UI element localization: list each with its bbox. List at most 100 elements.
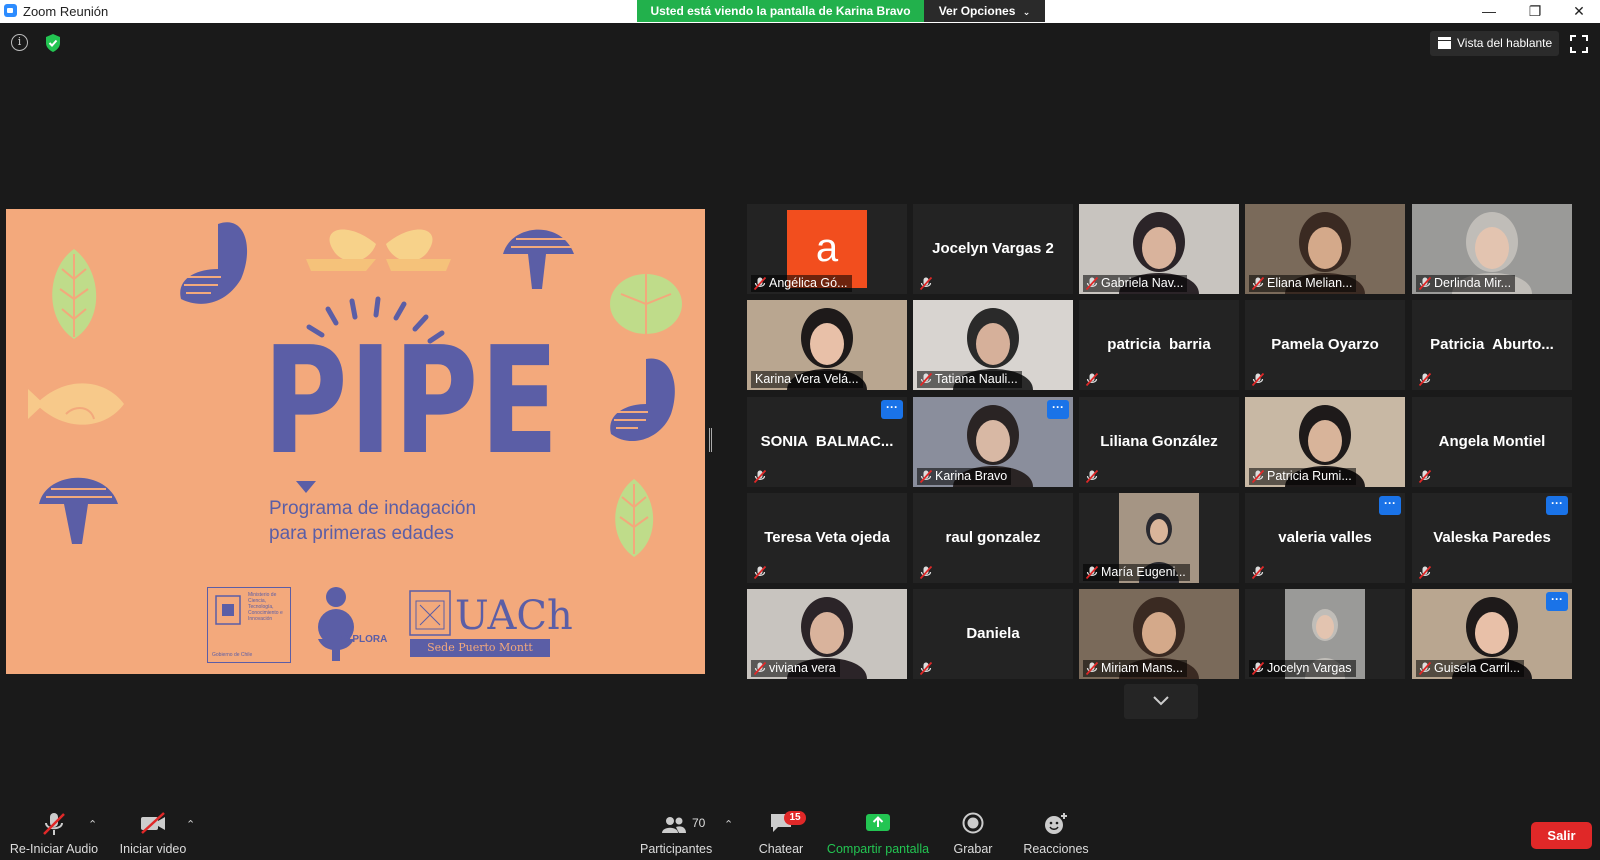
chat-unread-badge: 15 <box>784 811 806 825</box>
muted-mic-icon <box>1251 276 1265 291</box>
participant-tile[interactable]: María Eugeni... <box>1079 493 1239 583</box>
participant-name-display: Pamela Oyarzo <box>1271 336 1379 353</box>
participants-options-caret-icon[interactable]: ⌃ <box>724 818 733 831</box>
muted-mic-icon <box>919 565 933 580</box>
audio-button[interactable]: Re-Iniciar Audio <box>8 812 100 856</box>
participant-tile[interactable]: Valeska Paredes ··· <box>1412 493 1572 583</box>
participant-tile[interactable]: Jocelyn Vargas 2 <box>913 204 1073 294</box>
muted-mic-icon <box>919 661 933 676</box>
participant-tile[interactable]: Liliana González <box>1079 397 1239 487</box>
explora-logo-text: EXPLORA <box>339 634 388 645</box>
participant-tile[interactable]: Derlinda Mir... <box>1412 204 1572 294</box>
participants-button-label: Participantes <box>640 842 713 856</box>
slide-title: PIPE <box>263 315 561 487</box>
panel-resize-handle[interactable] <box>709 428 712 452</box>
participant-tile[interactable]: Eliana Melian... <box>1245 204 1405 294</box>
participant-name-display: Angela Montiel <box>1438 433 1546 450</box>
record-icon <box>962 812 984 834</box>
participant-tile[interactable]: Angela Montiel <box>1412 397 1572 487</box>
share-screen-icon <box>866 814 890 831</box>
muted-mic-icon <box>1251 661 1265 676</box>
muted-mic-icon <box>1251 565 1265 580</box>
participant-name-label: Gabriela Nav... <box>1083 275 1188 292</box>
more-options-button[interactable]: ··· <box>1546 496 1568 515</box>
close-button[interactable]: ✕ <box>1556 0 1600 22</box>
uach-crest-icon <box>409 590 451 636</box>
reactions-button[interactable]: Reacciones <box>1022 812 1090 856</box>
participant-tile[interactable]: raul gonzalez <box>913 493 1073 583</box>
slide-subtitle-line1: Programa de indagación <box>269 498 477 519</box>
fish-icon <box>28 383 124 425</box>
audio-options-caret-icon[interactable]: ⌃ <box>88 818 97 831</box>
participant-name-display: Patricia Aburto... <box>1430 336 1554 353</box>
video-button[interactable]: Iniciar video <box>115 812 191 856</box>
more-options-button[interactable]: ··· <box>1047 400 1069 419</box>
muted-mic-icon <box>753 661 767 676</box>
participant-tile[interactable]: patricia barria <box>1079 300 1239 390</box>
participant-tile[interactable]: Daniela <box>913 589 1073 679</box>
muted-mic-icon <box>1085 565 1099 580</box>
record-button[interactable]: Grabar <box>950 812 996 856</box>
video-button-label: Iniciar video <box>119 842 187 856</box>
record-button-label: Grabar <box>953 842 993 856</box>
uach-logo-text: UACh <box>455 593 573 639</box>
security-shield-icon[interactable] <box>44 33 62 53</box>
participant-tile[interactable]: Teresa Veta ojeda <box>747 493 907 583</box>
more-options-button[interactable]: ··· <box>1379 496 1401 515</box>
more-options-button[interactable]: ··· <box>1546 592 1568 611</box>
butterfly-icon <box>306 229 451 271</box>
participant-tile[interactable]: Patricia Aburto... <box>1412 300 1572 390</box>
participant-tile[interactable]: SONIA BALMAC... ··· <box>747 397 907 487</box>
minimize-button[interactable]: — <box>1466 0 1512 22</box>
leaf-icon <box>52 249 97 339</box>
participant-name-display: valeria valles <box>1278 529 1372 546</box>
participant-tile[interactable]: Miriam Mans... <box>1079 589 1239 679</box>
participant-name-display: Valeska Paredes <box>1433 529 1551 546</box>
muted-mic-icon <box>1418 565 1432 580</box>
speaker-view-button[interactable]: Vista del hablante <box>1430 31 1559 56</box>
share-screen-button-label: Compartir pantalla <box>826 842 930 856</box>
participants-button[interactable]: 70 Participantes <box>640 812 712 856</box>
participant-tile[interactable]: viviana vera <box>747 589 907 679</box>
participant-name-label: Angélica Gó... <box>751 275 852 292</box>
participant-tile[interactable]: Jocelyn Vargas <box>1245 589 1405 679</box>
speech-tail-icon <box>296 481 316 493</box>
leave-meeting-button[interactable]: Salir <box>1531 822 1592 849</box>
muted-mic-icon <box>1418 469 1432 484</box>
participant-name-label: Eliana Melian... <box>1249 275 1357 292</box>
participant-tile[interactable]: valeria valles ··· <box>1245 493 1405 583</box>
gallery-next-page-button[interactable] <box>1124 684 1198 719</box>
video-off-icon <box>141 812 165 834</box>
participant-name-display: Liliana González <box>1100 433 1218 450</box>
muted-mic-icon <box>1418 276 1432 291</box>
restore-button[interactable]: ❐ <box>1512 0 1558 22</box>
participant-tile[interactable]: Gabriela Nav... <box>1079 204 1239 294</box>
participant-tile[interactable]: Pamela Oyarzo <box>1245 300 1405 390</box>
muted-mic-icon <box>1085 661 1099 676</box>
participant-tile[interactable]: Patricia Rumi... <box>1245 397 1405 487</box>
fullscreen-icon[interactable] <box>1570 35 1588 53</box>
participant-name-label: Karina Vera Velá... <box>751 371 863 388</box>
participant-name-display: SONIA BALMAC... <box>760 433 894 450</box>
ministry-logo-text: Ministerio de Ciencia, Tecnología, Conoc… <box>248 592 283 622</box>
participant-tile[interactable]: Karina Vera Velá... <box>747 300 907 390</box>
chat-button-label: Chatear <box>758 842 804 856</box>
participant-name-display: Daniela <box>966 625 1020 642</box>
muted-mic-icon <box>1085 469 1099 484</box>
muted-mic-icon <box>1251 469 1265 484</box>
more-options-button[interactable]: ··· <box>881 400 903 419</box>
ministry-logo-subtext: Gobierno de Chile <box>212 652 253 658</box>
muted-mic-icon <box>919 372 933 387</box>
participant-tile[interactable]: Karina Bravo ··· <box>913 397 1073 487</box>
muted-mic-icon <box>919 469 933 484</box>
participant-tile[interactable]: a Angélica Gó... <box>747 204 907 294</box>
chevron-down-icon: ⌄ <box>1022 7 1031 17</box>
muted-mic-icon <box>1251 372 1265 387</box>
participant-tile[interactable]: Tatiana Nauli... <box>913 300 1073 390</box>
video-options-caret-icon[interactable]: ⌃ <box>186 818 195 831</box>
mic-off-icon <box>43 813 65 835</box>
participant-tile[interactable]: Guisela Carril... ··· <box>1412 589 1572 679</box>
share-screen-button[interactable]: Compartir pantalla <box>823 812 933 856</box>
meeting-info-icon[interactable]: i <box>11 34 28 51</box>
view-options-button[interactable]: Ver Opciones ⌄ <box>924 0 1045 22</box>
